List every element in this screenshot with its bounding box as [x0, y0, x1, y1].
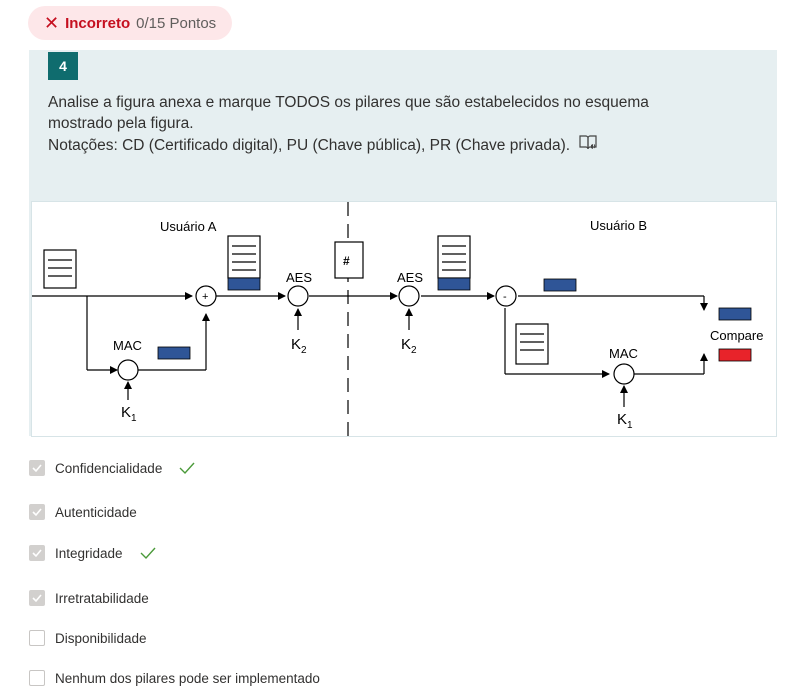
option-disponibilidade[interactable]: Disponibilidade — [29, 630, 147, 646]
label-k2-b: K — [401, 336, 411, 353]
option-label: Nenhum dos pilares pode ser implementado — [55, 670, 320, 686]
label-hash: # — [343, 254, 350, 268]
checkbox[interactable] — [29, 545, 45, 561]
label-aes-a: AES — [286, 270, 312, 285]
question-text-line: Notações: CD (Certificado digital), PU (… — [48, 134, 738, 158]
label-k2-b-sub: 2 — [411, 345, 417, 356]
checkbox[interactable] — [29, 504, 45, 520]
option-label: Autenticidade — [55, 504, 137, 520]
label-k1-a: K — [121, 404, 131, 421]
label-k2-a: K — [291, 336, 301, 353]
label-compare: Compare — [710, 328, 763, 343]
label-plus: + — [202, 291, 208, 303]
svg-text:K1: K1 — [617, 411, 633, 431]
checkbox[interactable] — [29, 460, 45, 476]
correct-check-icon — [178, 461, 196, 475]
label-user-b: Usuário B — [590, 218, 647, 233]
option-confidencialidade[interactable]: Confidencialidade — [29, 460, 196, 476]
label-aes-b: AES — [397, 270, 423, 285]
option-label: Irretratabilidade — [55, 590, 149, 606]
question-text: Analise a figura anexa e marque TODOS os… — [48, 92, 738, 158]
immersive-reader-icon[interactable] — [578, 134, 598, 158]
question-number: 4 — [48, 52, 78, 80]
svg-text:K2: K2 — [291, 336, 307, 356]
option-nenhum[interactable]: Nenhum dos pilares pode ser implementado — [29, 670, 320, 686]
option-integridade[interactable]: Integridade — [29, 545, 157, 561]
result-badge: ✕ Incorreto 0/15 Pontos — [28, 6, 233, 40]
label-k1-a-sub: 1 — [131, 413, 137, 424]
label-user-a: Usuário A — [160, 219, 217, 234]
result-points: 0/15 Pontos — [136, 14, 217, 32]
option-label: Disponibilidade — [55, 630, 147, 646]
option-irretratabilidade[interactable]: Irretratabilidade — [29, 590, 149, 606]
label-mac-b: MAC — [609, 346, 638, 361]
result-status: Incorreto — [65, 14, 131, 32]
close-icon: ✕ — [44, 13, 60, 33]
correct-check-icon — [139, 546, 157, 560]
label-k1-b: K — [617, 411, 627, 428]
svg-text:K1: K1 — [121, 404, 137, 424]
checkbox[interactable] — [29, 590, 45, 606]
question-text-line: mostrado pela figura. — [48, 115, 194, 132]
option-label: Confidencialidade — [55, 460, 163, 476]
checkbox[interactable] — [29, 630, 45, 646]
option-autenticidade[interactable]: Autenticidade — [29, 504, 137, 520]
svg-text:K2: K2 — [401, 336, 417, 356]
question-text-line: Analise a figura anexa e marque TODOS os… — [48, 94, 649, 111]
question-figure: Usuário A Usuário B AES AES MAC MAC Comp… — [31, 201, 777, 437]
label-minus: - — [503, 291, 507, 303]
notation-text: Notações: CD (Certificado digital), PU (… — [48, 137, 571, 155]
label-k1-b-sub: 1 — [627, 420, 633, 431]
label-mac-a: MAC — [113, 338, 142, 353]
question-card: 4 Analise a figura anexa e marque TODOS … — [29, 50, 777, 437]
label-k2-a-sub: 2 — [301, 345, 307, 356]
option-label: Integridade — [55, 545, 123, 561]
checkbox[interactable] — [29, 670, 45, 686]
